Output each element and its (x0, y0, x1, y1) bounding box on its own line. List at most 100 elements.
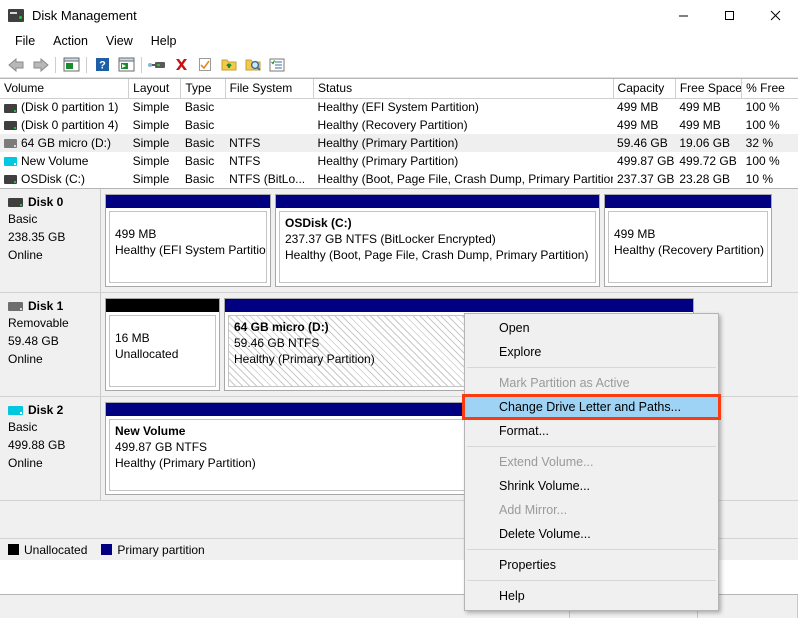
cell-percent-free: 100 % (745, 154, 780, 168)
context-menu-item[interactable]: Delete Volume... (465, 522, 718, 546)
maximize-button[interactable] (706, 0, 752, 30)
forward-arrow-icon[interactable] (28, 54, 52, 76)
partition-block[interactable]: 16 MB Unallocated (105, 298, 220, 391)
column-header-capacity[interactable]: Capacity (613, 79, 676, 99)
disk-name: Disk 2 (28, 403, 64, 417)
minimize-button[interactable] (660, 0, 706, 30)
disk-info-panel[interactable]: Disk 2 Basic 499.88 GB Online (0, 397, 101, 500)
menu-action[interactable]: Action (44, 32, 97, 50)
cell-status: Healthy (Boot, Page File, Crash Dump, Pr… (317, 172, 614, 186)
context-menu-item[interactable]: Change Drive Letter and Paths... (465, 395, 718, 419)
legend-label-primary-partition: Primary partition (117, 542, 205, 557)
window-title: Disk Management (32, 7, 137, 23)
context-menu-item: Add Mirror... (499, 503, 568, 517)
toolbar-separator (55, 56, 56, 73)
disk-title: Disk 0 (8, 195, 100, 209)
cell-capacity: 499.87 GB (617, 154, 675, 168)
context-menu-separator (467, 549, 716, 550)
cell-file-system: NTFS (229, 154, 261, 168)
context-menu-separator (467, 367, 716, 368)
column-header-layout[interactable]: Layout (128, 79, 182, 99)
partition-title: OSDisk (C:) (285, 216, 352, 230)
partition-block[interactable]: 499 MB Healthy (Recovery Partition) (604, 194, 772, 287)
disk-row: Disk 0 Basic 238.35 GB Online 499 MB Healthy … (0, 189, 798, 293)
properties-icon[interactable] (193, 54, 217, 76)
cell-layout: Simple (128, 134, 181, 152)
partition-status: Healthy (Boot, Page File, Crash Dump, Pr… (285, 248, 589, 262)
partition-details: 16 MB Unallocated (109, 315, 216, 387)
table-row[interactable]: New Volume Simple Basic NTFS Healthy (Primar… (0, 152, 798, 170)
table-row[interactable]: (Disk 0 partition 4) Simple Basic Healthy (… (0, 116, 798, 134)
legend-item-unallocated: Unallocated (8, 543, 87, 557)
toolbar-separator (86, 56, 87, 73)
show-action-pane-icon[interactable] (114, 54, 138, 76)
cell-percent-free: 100 % (745, 118, 780, 132)
cell-capacity: 59.46 GB (613, 134, 676, 152)
cell-volume: OSDisk (C:) (0, 170, 129, 188)
disk-info-panel[interactable]: Disk 0 Basic 238.35 GB Online (0, 189, 101, 292)
search-icon[interactable] (241, 54, 265, 76)
rescan-disks-icon[interactable] (145, 54, 169, 76)
context-menu-item[interactable]: Explore (465, 340, 718, 364)
cell-free-space: 23.28 GB (679, 172, 731, 186)
disk-partitions: 499 MB Healthy (EFI System Partition OSDis… (101, 189, 798, 292)
column-header-volume[interactable]: Volume (0, 79, 130, 99)
column-header-percent-free[interactable]: % Free (741, 79, 798, 99)
context-menu-item[interactable]: Shrink Volume... (465, 474, 718, 498)
help-icon[interactable]: ? (90, 54, 114, 76)
disk-icon-dark (8, 197, 23, 207)
column-header-type[interactable]: Type (180, 79, 226, 99)
context-menu-item: Mark Partition as Active (499, 376, 630, 390)
cell-file-system: NTFS (BitLo... (229, 172, 306, 186)
context-menu-item[interactable]: Properties (465, 553, 718, 577)
cell-volume: 64 GB micro (D:) (0, 134, 129, 152)
volume-table-body: (Disk 0 partition 1) Simple Basic Healthy (… (0, 98, 798, 188)
context-menu-item[interactable]: Help (465, 584, 718, 608)
menu-view[interactable]: View (97, 32, 142, 50)
cell-free-space: 499.72 GB (679, 154, 737, 168)
cell-layout: Simple (132, 154, 170, 168)
context-menu[interactable]: Open Explore Mark Partition as Active Chang… (464, 313, 719, 611)
volume-icon-dark (4, 121, 17, 131)
cell-file-system (225, 116, 313, 134)
export-list-icon[interactable] (217, 54, 241, 76)
menu-file[interactable]: File (6, 32, 44, 50)
table-row[interactable]: (Disk 0 partition 1) Simple Basic Healthy (… (0, 98, 798, 116)
cell-type: Basic (180, 134, 226, 152)
cell-layout: Simple (132, 118, 170, 132)
cell-file-system (225, 98, 313, 116)
partition-color-bar (605, 195, 771, 208)
partition-size: 16 MB (115, 331, 150, 345)
partition-block[interactable]: 499 MB Healthy (EFI System Partition (105, 194, 271, 287)
list-view-icon[interactable] (265, 54, 289, 76)
column-header-status[interactable]: Status (313, 79, 614, 99)
column-header-file-system[interactable]: File System (225, 79, 315, 99)
disk-icon-gray (8, 301, 23, 311)
table-row[interactable]: 64 GB micro (D:) Simple Basic NTFS Healthy (… (0, 134, 798, 152)
context-menu-item[interactable]: Format... (465, 419, 718, 443)
cell-volume: (Disk 0 partition 4) (0, 116, 129, 134)
menu-bar: File Action View Help (0, 30, 798, 52)
disk-name: Disk 1 (28, 299, 64, 313)
svg-text:?: ? (99, 60, 106, 72)
partition-details: 499 MB Healthy (EFI System Partition (109, 211, 267, 283)
menu-help[interactable]: Help (142, 32, 186, 50)
legend-swatch-primary-partition (101, 544, 113, 555)
volume-icon-dark (4, 103, 17, 113)
partition-color-bar (106, 299, 219, 312)
column-header-free-space[interactable]: Free Space (675, 79, 743, 99)
back-arrow-icon[interactable] (4, 54, 28, 76)
partition-block[interactable]: OSDisk (C:) 237.37 GB NTFS (BitLocker Enc… (275, 194, 600, 287)
cell-volume: (Disk 0 partition 1) (0, 98, 129, 116)
context-menu-item[interactable]: Open (465, 316, 718, 340)
delete-icon[interactable] (169, 54, 193, 76)
disk-info-panel[interactable]: Disk 1 Removable 59.48 GB Online (0, 293, 101, 396)
partition-size: 499 MB (115, 227, 157, 241)
table-row[interactable]: OSDisk (C:) Simple Basic NTFS (BitLo... Heal… (0, 170, 798, 188)
disk-state: Online (8, 352, 43, 366)
close-button[interactable] (752, 0, 798, 30)
cell-free-space: 499 MB (679, 100, 721, 115)
show-console-tree-icon[interactable] (59, 54, 83, 76)
disk-drive-icon (8, 8, 24, 22)
cell-volume: New Volume (0, 152, 129, 170)
